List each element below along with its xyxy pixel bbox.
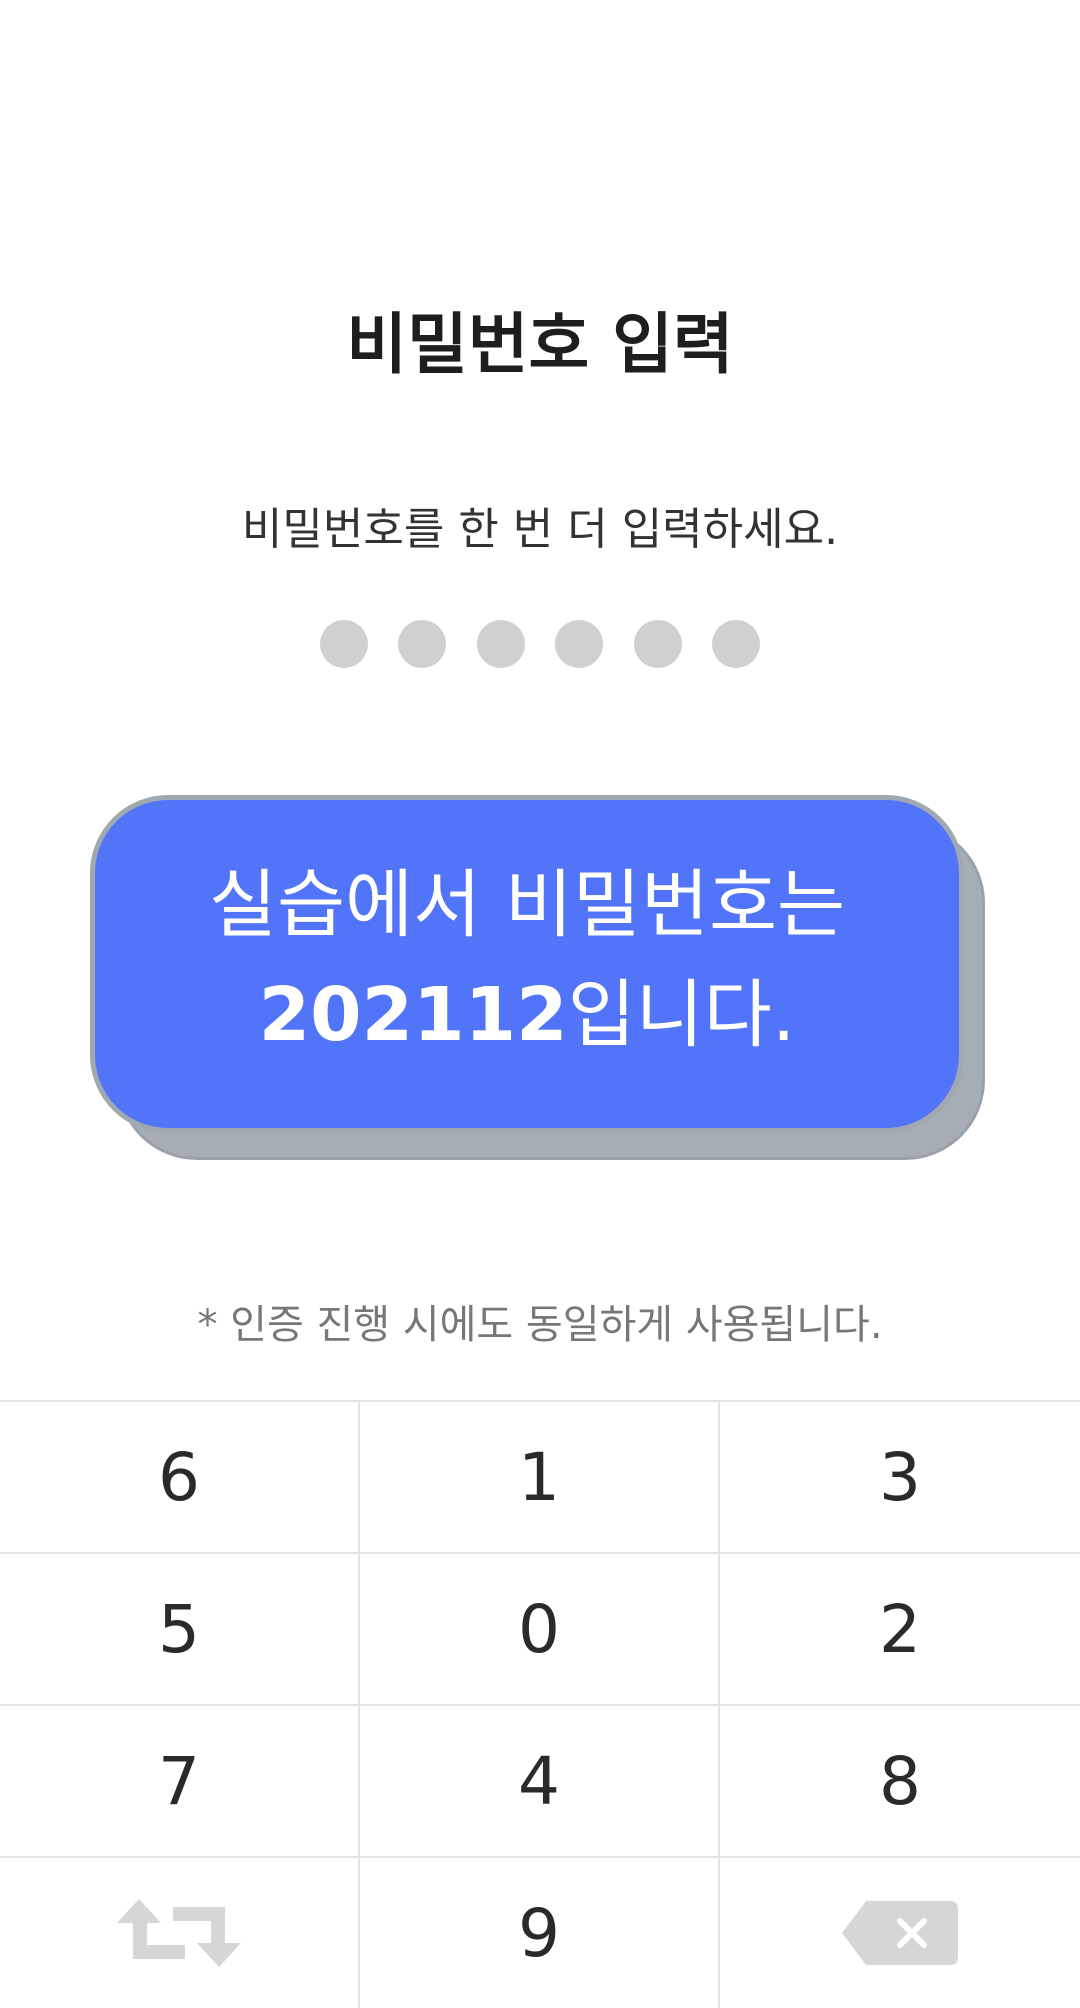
password-hint-callout: 실습에서 비밀번호는 202112입니다. <box>90 795 964 1133</box>
key-3[interactable]: 3 <box>720 1402 1080 1554</box>
key-7[interactable]: 7 <box>0 1706 360 1858</box>
key-5[interactable]: 5 <box>0 1554 360 1706</box>
pin-dot <box>398 620 447 668</box>
pin-dot <box>476 620 525 668</box>
pin-dot <box>320 620 368 668</box>
backspace-button[interactable] <box>720 1858 1080 2008</box>
key-9[interactable]: 9 <box>360 1858 720 2008</box>
pin-indicator <box>320 620 760 668</box>
shuffle-button[interactable] <box>0 1858 360 2008</box>
key-2[interactable]: 2 <box>720 1554 1080 1706</box>
number-keypad: 6 1 3 5 0 2 7 4 8 9 <box>0 1400 1080 2008</box>
page-title: 비밀번호 입력 <box>346 306 734 383</box>
shuffle-icon <box>117 1897 241 1969</box>
footnote: * 인증 진행 시에도 동일하게 사용됩니다. <box>197 1302 883 1348</box>
callout-suffix: 입니다. <box>567 972 796 1058</box>
callout-line1: 실습에서 비밀번호는 <box>208 862 846 948</box>
key-4[interactable]: 4 <box>360 1706 720 1858</box>
key-8[interactable]: 8 <box>720 1706 1080 1858</box>
instruction-text: 비밀번호를 한 번 더 입력하세요. <box>241 504 839 555</box>
callout-code: 202112 <box>258 972 568 1058</box>
key-1[interactable]: 1 <box>360 1402 720 1554</box>
key-6[interactable]: 6 <box>0 1402 360 1554</box>
key-0[interactable]: 0 <box>360 1554 720 1706</box>
pin-dot <box>555 620 604 668</box>
backspace-icon <box>842 1901 958 1965</box>
pin-dot <box>711 620 760 668</box>
callout-line2: 202112입니다. <box>95 965 959 1065</box>
pin-dot <box>633 620 682 668</box>
